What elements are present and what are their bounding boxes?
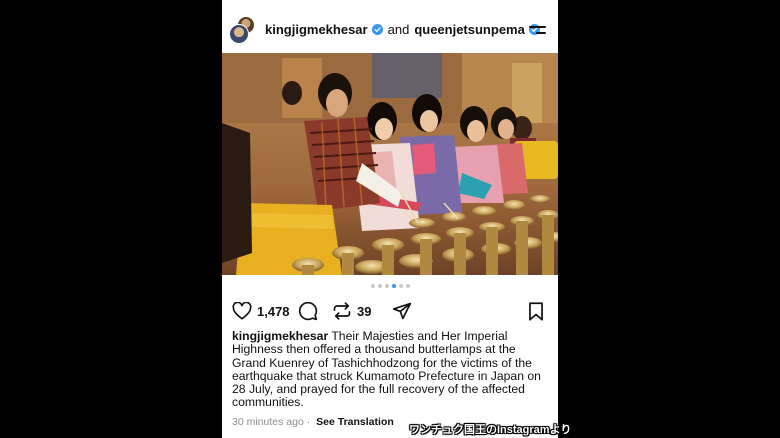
comment-button[interactable] (298, 300, 318, 322)
username-link-1[interactable]: kingjigmekhesar (265, 22, 368, 37)
send-icon (392, 302, 412, 320)
avatar-queen (229, 24, 249, 44)
bookmark-icon (529, 301, 543, 321)
save-button[interactable] (528, 300, 544, 322)
verified-badge-icon (371, 24, 383, 35)
post-header: kingjigmekhesar and queenjetsunpema (222, 0, 558, 56)
carousel-dot (384, 284, 389, 288)
action-bar: 1,478 39 (232, 300, 552, 322)
carousel-dot (398, 284, 403, 288)
see-translation-link[interactable]: See Translation (316, 416, 394, 428)
carousel-dot (391, 284, 396, 288)
caption-username[interactable]: kingjigmekhesar (232, 329, 328, 343)
carousel-dot (377, 284, 382, 288)
menu-icon[interactable] (529, 24, 546, 36)
authors-joiner: and (387, 22, 410, 37)
post-caption: kingjigmekhesar Their Majesties and Her … (232, 329, 548, 410)
carousel-dots (222, 284, 558, 290)
carousel-dot (370, 284, 375, 288)
post-photo-image (222, 53, 558, 275)
instagram-post: kingjigmekhesar and queenjetsunpema 1,47… (222, 0, 558, 438)
repost-icon (333, 302, 351, 320)
like-button[interactable]: 1,478 (232, 300, 290, 322)
post-timestamp: 30 minutes ago (232, 416, 304, 428)
meta-separator: · (306, 416, 311, 428)
post-authors: kingjigmekhesar and queenjetsunpema (265, 22, 540, 37)
heart-icon (232, 302, 252, 320)
avatar[interactable] (229, 16, 257, 44)
like-count: 1,478 (257, 303, 290, 319)
comment-icon (298, 301, 318, 321)
post-meta: 30 minutes ago · See Translation (232, 416, 394, 428)
carousel-dot (405, 284, 410, 288)
source-credit-caption: ワンチュク国王のInstagramより (409, 424, 572, 436)
post-photo[interactable] (222, 53, 558, 275)
username-link-2[interactable]: queenjetsunpema (414, 22, 525, 37)
share-button[interactable] (392, 300, 412, 322)
repost-button[interactable]: 39 (332, 300, 371, 322)
repost-count: 39 (357, 303, 372, 319)
